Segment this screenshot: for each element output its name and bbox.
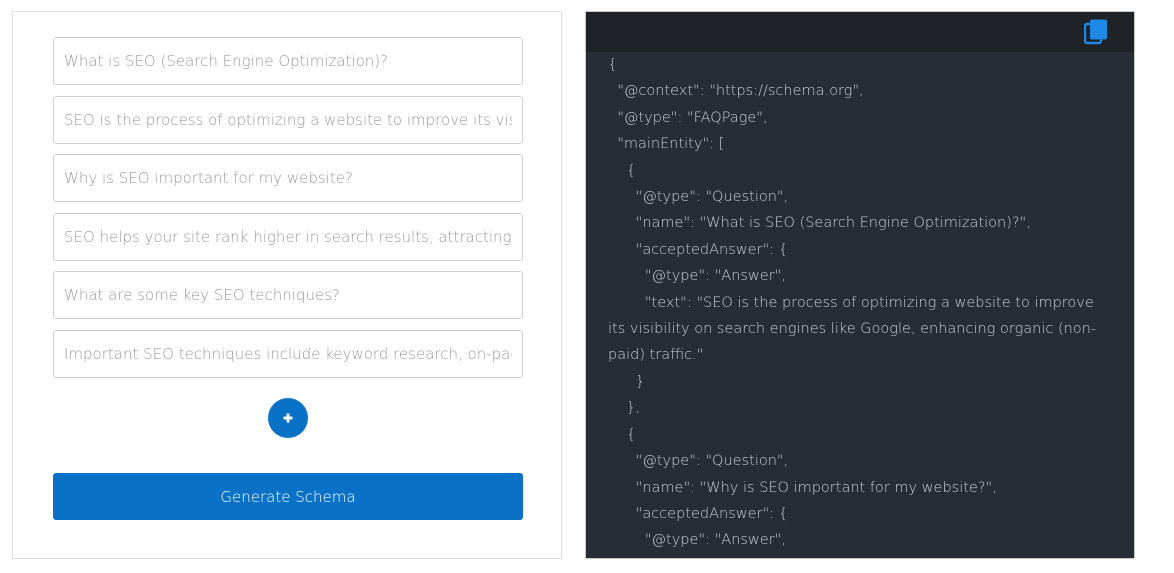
schema-output-panel: { "@context": "https://schema.org", "@ty… <box>585 11 1135 559</box>
schema-json-output: { "@context": "https://schema.org", "@ty… <box>608 57 1097 549</box>
answer-3-input[interactable] <box>53 330 523 378</box>
generate-schema-button[interactable]: Generate Schema <box>53 473 523 520</box>
copy-icon <box>1083 19 1107 45</box>
add-faq-button[interactable] <box>268 398 308 438</box>
answer-2-input[interactable] <box>53 213 523 261</box>
question-1-input[interactable] <box>53 37 523 85</box>
answer-1-input[interactable] <box>53 96 523 144</box>
copy-button[interactable] <box>1083 19 1108 45</box>
code-toolbar <box>586 12 1134 52</box>
question-3-input[interactable] <box>53 271 523 319</box>
plus-icon <box>283 413 293 423</box>
faq-form-panel: Generate Schema <box>12 11 562 559</box>
question-2-input[interactable] <box>53 154 523 202</box>
